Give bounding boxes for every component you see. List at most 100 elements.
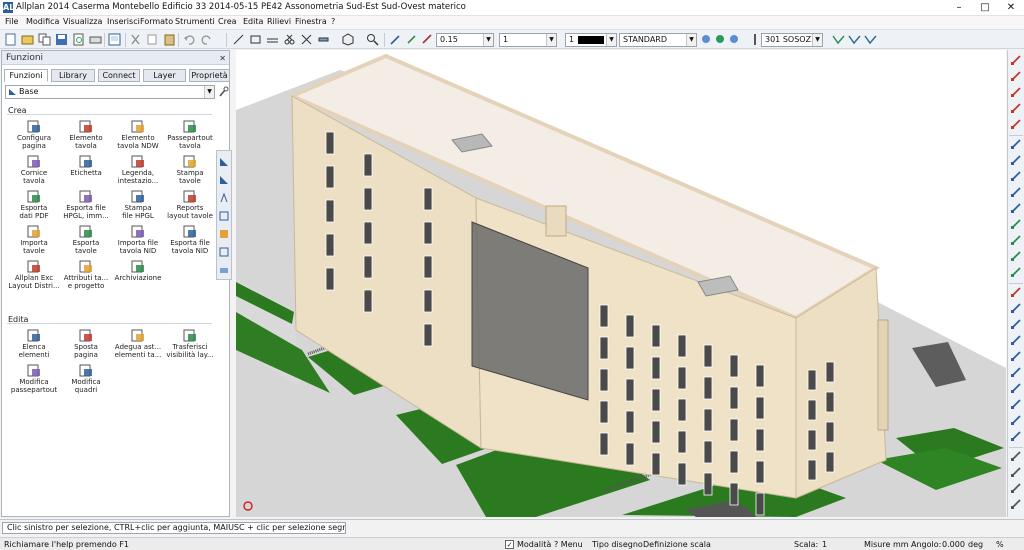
function-item[interactable]: Reports layout tavole bbox=[164, 190, 216, 222]
menu-crea[interactable]: Crea bbox=[218, 17, 237, 26]
side-tool-4-icon[interactable] bbox=[219, 211, 229, 221]
side-tool-1-icon[interactable] bbox=[219, 157, 229, 167]
offset-icon[interactable] bbox=[1010, 138, 1022, 150]
trim-icon[interactable] bbox=[1010, 154, 1022, 166]
hatch-icon[interactable] bbox=[1010, 366, 1022, 378]
layer-settings-icon[interactable] bbox=[714, 33, 727, 46]
maximize-button[interactable]: □ bbox=[972, 0, 998, 16]
spline-icon[interactable] bbox=[1010, 118, 1022, 130]
tab-proprieta[interactable]: Proprietà bbox=[189, 69, 230, 82]
function-item[interactable]: Passepartout tavola bbox=[164, 120, 216, 152]
function-item[interactable]: Adegua ast... elementi ta... bbox=[112, 329, 164, 361]
filter-tool-icon[interactable] bbox=[1010, 466, 1022, 478]
function-item[interactable]: Elemento tavola bbox=[60, 120, 112, 152]
tab-connect[interactable]: Connect bbox=[98, 69, 140, 82]
panel-close-icon[interactable]: ✕ bbox=[219, 52, 226, 66]
cube-icon[interactable] bbox=[341, 33, 354, 46]
function-item[interactable]: Cornice tavola bbox=[8, 155, 60, 187]
status-scala-value[interactable]: 1 bbox=[822, 540, 827, 549]
sigma-icon[interactable] bbox=[1010, 450, 1022, 462]
function-item[interactable]: Archiviazione bbox=[112, 260, 164, 292]
function-item[interactable]: Stampa tavole bbox=[164, 155, 216, 187]
function-item[interactable]: Esporta dati PDF bbox=[8, 190, 60, 222]
viewport-3d[interactable] bbox=[236, 50, 1006, 517]
polyline-tool-icon[interactable] bbox=[1010, 102, 1022, 114]
pen-thickness-select[interactable]: 0.15 ▼ bbox=[436, 33, 494, 47]
menu-modifica[interactable]: Modifica bbox=[26, 17, 59, 26]
side-tool-6-icon[interactable] bbox=[219, 247, 229, 257]
fill-icon[interactable] bbox=[1010, 398, 1022, 410]
text-icon[interactable] bbox=[1010, 350, 1022, 362]
function-item[interactable]: Modifica passepartout bbox=[8, 364, 60, 396]
design-icon[interactable] bbox=[832, 33, 845, 46]
function-item[interactable]: Importa tavole bbox=[8, 225, 60, 257]
status-angolo-value[interactable]: 0.000 bbox=[942, 540, 965, 549]
arc-icon[interactable] bbox=[1010, 86, 1022, 98]
function-item[interactable]: Esporta tavole bbox=[60, 225, 112, 257]
side-tool-7-icon[interactable] bbox=[219, 265, 229, 275]
layer-select[interactable]: 301 SOSOZ ▼ bbox=[761, 33, 823, 47]
function-item[interactable]: Sposta pagina bbox=[60, 329, 112, 361]
rectangle-icon[interactable] bbox=[249, 33, 262, 46]
scissors-icon[interactable] bbox=[283, 33, 296, 46]
menu-finestra[interactable]: Finestra bbox=[295, 17, 327, 26]
wrench-icon[interactable] bbox=[218, 86, 229, 98]
pattern-icon[interactable] bbox=[1010, 382, 1022, 394]
filter-icon[interactable] bbox=[848, 33, 861, 46]
function-item[interactable]: Importa file tavola NID bbox=[112, 225, 164, 257]
status-definizione-scala[interactable]: Definizione scala bbox=[643, 540, 711, 549]
extend-icon[interactable] bbox=[1010, 170, 1022, 182]
copy2-icon[interactable] bbox=[146, 33, 159, 46]
array-icon[interactable] bbox=[1010, 266, 1022, 278]
menu-edita[interactable]: Edita bbox=[243, 17, 263, 26]
macro-icon[interactable] bbox=[1010, 430, 1022, 442]
layout-icon[interactable] bbox=[108, 33, 121, 46]
minimize-button[interactable]: – bbox=[946, 0, 972, 16]
status-misure-value[interactable]: mm bbox=[893, 540, 909, 549]
print-preview-icon[interactable] bbox=[72, 33, 85, 46]
side-tool-2-icon[interactable] bbox=[219, 175, 229, 185]
menu-rilievi[interactable]: Rilievi bbox=[267, 17, 291, 26]
side-tool-5-icon[interactable] bbox=[219, 229, 229, 239]
cut-icon[interactable] bbox=[129, 33, 142, 46]
status-tipo-disegno[interactable]: Tipo disegno bbox=[592, 540, 643, 549]
function-item[interactable]: Elemento tavola NDW bbox=[112, 120, 164, 152]
undo-icon[interactable] bbox=[183, 33, 196, 46]
symbol-icon[interactable] bbox=[1010, 414, 1022, 426]
new-icon[interactable] bbox=[4, 33, 17, 46]
snap-icon[interactable] bbox=[864, 33, 877, 46]
modalita-checkbox[interactable]: ✓ bbox=[505, 540, 514, 549]
function-item[interactable]: Stampa file HPGL bbox=[112, 190, 164, 222]
pen-icon[interactable] bbox=[389, 33, 402, 46]
paste-icon[interactable] bbox=[163, 33, 176, 46]
mirror-icon[interactable] bbox=[1010, 218, 1022, 230]
menu-help[interactable]: ? bbox=[331, 17, 335, 26]
line-icon[interactable] bbox=[232, 33, 245, 46]
close-button[interactable]: ✕ bbox=[998, 0, 1024, 16]
line-tool-icon[interactable] bbox=[1010, 70, 1022, 82]
rotate-icon[interactable] bbox=[1010, 234, 1022, 246]
menu-file[interactable]: File bbox=[5, 17, 18, 26]
tab-layer[interactable]: Layer bbox=[143, 69, 186, 82]
tab-funzioni[interactable]: Funzioni bbox=[4, 69, 48, 82]
delete-icon[interactable] bbox=[1010, 286, 1022, 298]
brush-icon[interactable] bbox=[405, 33, 418, 46]
line-style-select[interactable]: STANDARD ▼ bbox=[619, 33, 697, 47]
function-item[interactable]: Esporta file tavola NID bbox=[164, 225, 216, 257]
function-item[interactable]: Etichetta bbox=[60, 155, 112, 187]
layer-lock-icon[interactable] bbox=[728, 33, 741, 46]
redo-icon[interactable] bbox=[200, 33, 213, 46]
module-combo[interactable]: Base ▼ bbox=[5, 85, 215, 99]
menu-strumenti[interactable]: Strumenti bbox=[175, 17, 215, 26]
color-select[interactable]: 1 ▼ bbox=[565, 33, 617, 47]
function-item[interactable]: Attributi ta... e progetto bbox=[60, 260, 112, 292]
chamfer-icon[interactable] bbox=[1010, 202, 1022, 214]
side-tool-3-icon[interactable] bbox=[219, 193, 229, 203]
percent-tool-icon[interactable] bbox=[1010, 498, 1022, 510]
function-item[interactable]: Trasferisci visibilità lay... bbox=[164, 329, 216, 361]
function-item[interactable]: Esporta file HPGL, imm... bbox=[60, 190, 112, 222]
menu-formato[interactable]: Formato bbox=[140, 17, 173, 26]
dimension-icon[interactable] bbox=[1010, 334, 1022, 346]
fillet-icon[interactable] bbox=[1010, 186, 1022, 198]
format-icon[interactable] bbox=[421, 33, 434, 46]
